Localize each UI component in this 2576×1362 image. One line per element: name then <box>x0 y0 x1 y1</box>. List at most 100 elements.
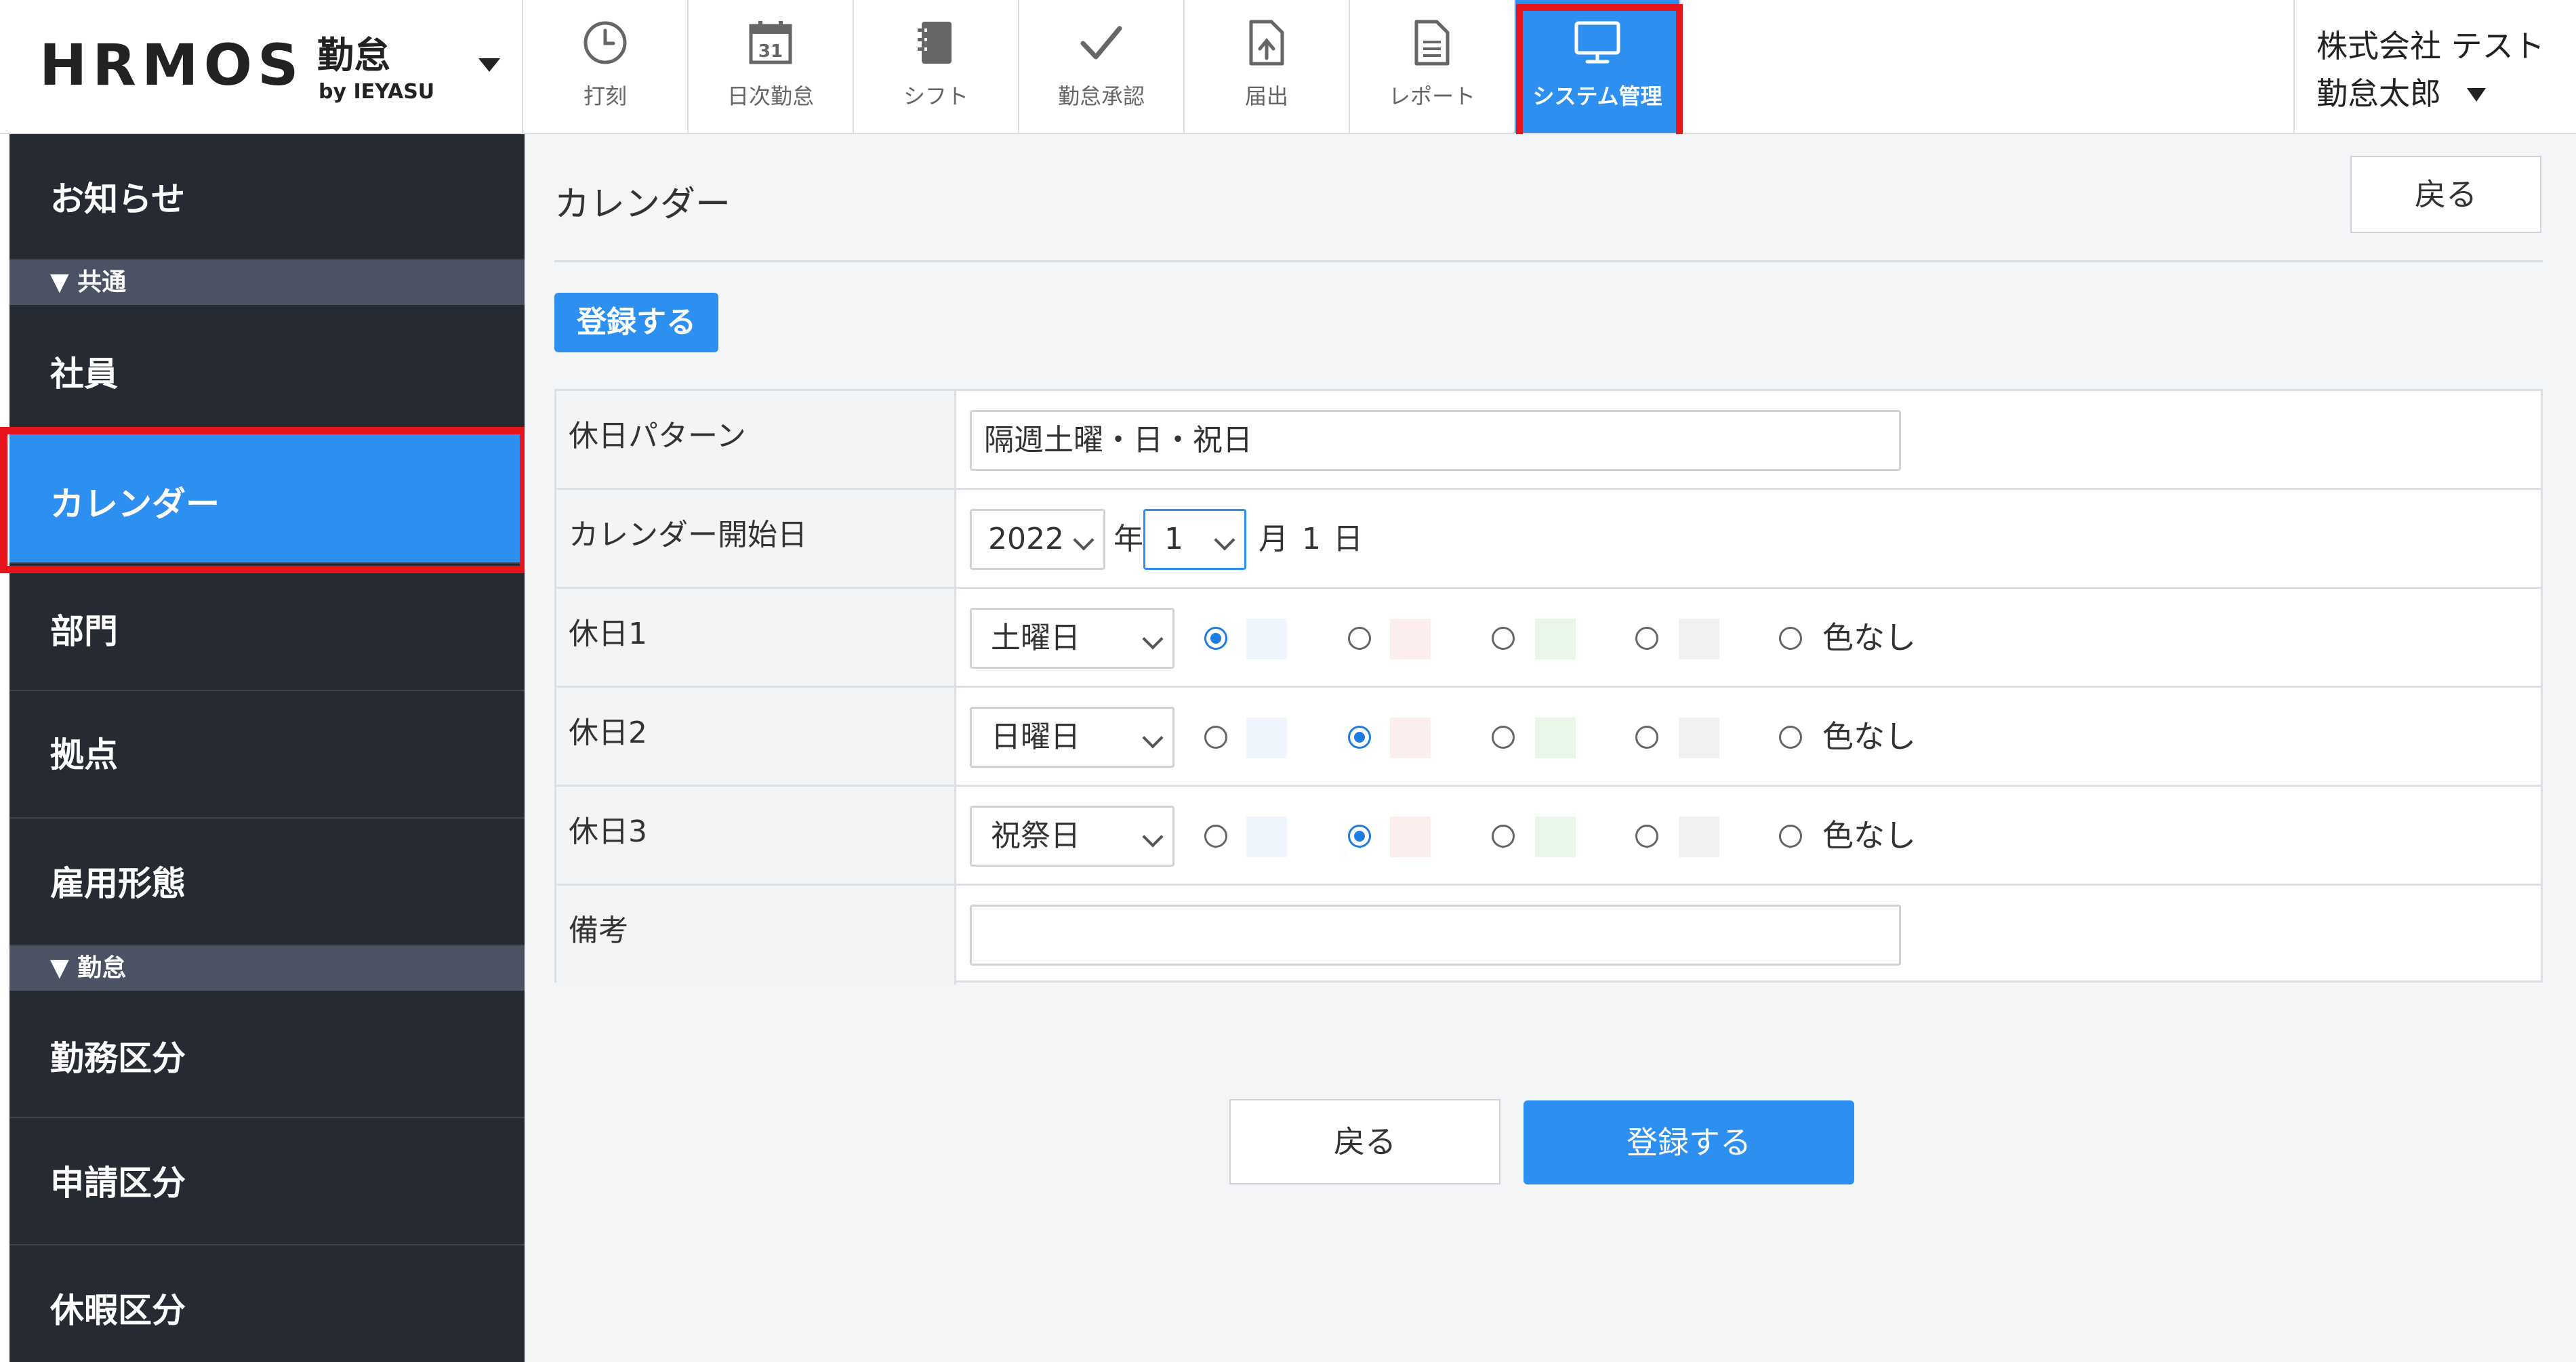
nav-daily-attendance[interactable]: 31 日次勤怠 <box>689 0 854 133</box>
sidebar-item-departments[interactable]: 部門 <box>9 564 525 691</box>
day-unit: 日 <box>1333 522 1363 556</box>
back-button-top[interactable]: 戻る <box>2350 156 2541 233</box>
color-swatch-gray <box>1679 718 1719 758</box>
sidebar-item-label: 部門 <box>50 612 118 651</box>
holiday-3-day-select[interactable]: 祝祭日 <box>970 806 1174 867</box>
chevron-down-icon <box>1142 727 1164 749</box>
holiday-3-color-radio-3[interactable] <box>1492 825 1515 848</box>
no-color-label: 色なし <box>1822 817 1916 854</box>
user-menu[interactable]: 株式会社 テスト 勤怠太郎 <box>2293 0 2576 133</box>
main-content: カレンダー 戻る 登録する 休日パターン 隔週土曜・日・祝日 カレンダー開始日 … <box>525 134 2576 1362</box>
sidebar-item-request-categories[interactable]: 申請区分 <box>9 1118 525 1245</box>
nav-report[interactable]: レポート <box>1350 0 1515 133</box>
sidebar-item-label: 雇用形態 <box>50 864 186 903</box>
holiday-3-color-radio-none[interactable] <box>1779 825 1802 848</box>
row-label-cell: 休日3 <box>556 787 956 884</box>
holiday-3-color-radio-1[interactable] <box>1204 825 1227 848</box>
remarks-input[interactable] <box>970 905 1901 966</box>
sidebar-section-label: ▼ 共通 <box>50 268 127 296</box>
page-title: カレンダー <box>554 184 731 225</box>
register-button-bottom[interactable]: 登録する <box>1524 1100 1854 1184</box>
form-row-start-date: カレンダー開始日 2022 年 1 月 1 日 <box>556 490 2541 589</box>
holiday-1-color-radio-3[interactable] <box>1492 627 1515 650</box>
holiday-3-color-radio-2[interactable] <box>1348 825 1371 848</box>
holiday-2-color-radio-3[interactable] <box>1492 726 1515 749</box>
color-swatch-green <box>1535 619 1576 659</box>
sidebar-item-announcements[interactable]: お知らせ <box>9 134 525 260</box>
logo-area[interactable]: HRMOS 勤怠 by IEYASU <box>0 0 523 133</box>
holiday-2-color-radio-1[interactable] <box>1204 726 1227 749</box>
clock-icon <box>584 21 627 64</box>
row-label-cell: カレンダー開始日 <box>556 490 956 587</box>
holiday-pattern-input[interactable]: 隔週土曜・日・祝日 <box>970 410 1901 471</box>
holiday-1-day-select[interactable]: 土曜日 <box>970 608 1174 669</box>
no-color-label: 色なし <box>1822 619 1916 656</box>
chevron-down-icon <box>1142 628 1164 650</box>
nav-attendance-approval[interactable]: 勤怠承認 <box>1019 0 1185 133</box>
nav-punch[interactable]: 打刻 <box>523 0 689 133</box>
checkmark-icon <box>1080 26 1122 60</box>
holiday-2-color-radio-4[interactable] <box>1635 726 1658 749</box>
field-label: 休日2 <box>569 716 647 750</box>
notebook-icon <box>918 22 952 64</box>
chevron-down-icon <box>1142 826 1164 848</box>
field-label: 休日パターン <box>569 419 746 453</box>
row-label-cell: 備考 <box>556 886 956 985</box>
logo-subtitle: by IEYASU <box>319 80 435 104</box>
sidebar-item-employment-types[interactable]: 雇用形態 <box>9 819 525 946</box>
color-swatch-gray <box>1679 619 1719 659</box>
color-swatch-blue <box>1246 718 1287 758</box>
select-value: 土曜日 <box>991 621 1080 655</box>
user-name[interactable]: 勤怠太郎 <box>2316 75 2441 112</box>
color-swatch-gray <box>1679 817 1719 857</box>
color-swatch-blue <box>1246 619 1287 659</box>
file-upload-icon <box>1249 20 1284 66</box>
form-row-holiday-1: 休日1 土曜日 色なし <box>556 589 2541 688</box>
chevron-down-icon <box>1073 529 1095 551</box>
nav-label: 打刻 <box>583 83 627 109</box>
row-label-cell: 休日パターン <box>556 391 956 488</box>
form-row-holiday-pattern: 休日パターン 隔週土曜・日・祝日 <box>556 391 2541 490</box>
no-color-label: 色なし <box>1822 718 1916 755</box>
row-label-cell: 休日2 <box>556 688 956 785</box>
year-unit: 年 <box>1113 522 1143 556</box>
sidebar-item-leave-categories[interactable]: 休暇区分 <box>9 1245 525 1362</box>
back-button-bottom[interactable]: 戻る <box>1229 1099 1500 1184</box>
year-value: 2022 <box>988 522 1064 556</box>
user-menu-caret-icon[interactable] <box>2467 88 2486 102</box>
day-value: 1 <box>1302 522 1321 556</box>
holiday-1-color-radio-1[interactable] <box>1204 627 1227 650</box>
field-label: 備考 <box>569 913 628 948</box>
month-unit: 月 <box>1259 522 1288 556</box>
logo-wordmark: HRMOS <box>39 32 304 98</box>
select-value: 祝祭日 <box>991 819 1080 853</box>
form-row-remarks: 備考 <box>556 886 2541 985</box>
holiday-1-color-radio-2[interactable] <box>1348 627 1371 650</box>
sidebar-item-label: 拠点 <box>50 735 118 775</box>
holiday-1-color-radio-4[interactable] <box>1635 627 1658 650</box>
color-swatch-red <box>1390 718 1431 758</box>
sidebar-item-locations[interactable]: 拠点 <box>9 691 525 819</box>
nav-shift[interactable]: シフト <box>854 0 1019 133</box>
logo-kanji: 勤怠 <box>317 34 390 77</box>
sidebar-item-work-categories[interactable]: 勤務区分 <box>9 991 525 1118</box>
holiday-2-color-radio-none[interactable] <box>1779 726 1802 749</box>
form-row-holiday-2: 休日2 日曜日 色なし <box>556 688 2541 787</box>
holiday-2-color-radio-2[interactable] <box>1348 726 1371 749</box>
year-select[interactable]: 2022 <box>970 509 1105 570</box>
holiday-1-color-radio-none[interactable] <box>1779 627 1802 650</box>
calendar-form: 休日パターン 隔週土曜・日・祝日 カレンダー開始日 2022 年 1 月 1 日… <box>554 389 2543 985</box>
sidebar-item-employees[interactable]: 社員 <box>9 305 525 431</box>
sidebar-section-label: ▼ 勤怠 <box>50 954 127 982</box>
register-button-top[interactable]: 登録する <box>554 293 718 352</box>
nav-label: シフト <box>903 83 968 109</box>
holiday-3-color-radio-4[interactable] <box>1635 825 1658 848</box>
nav-notifications-filing[interactable]: 届出 <box>1185 0 1350 133</box>
divider <box>554 260 2543 262</box>
color-swatch-blue <box>1246 817 1287 857</box>
nav-highlight-frame <box>1516 4 1683 142</box>
field-label: カレンダー開始日 <box>569 518 807 552</box>
holiday-2-day-select[interactable]: 日曜日 <box>970 707 1174 768</box>
product-switch-caret-icon[interactable] <box>478 58 500 72</box>
month-select[interactable]: 1 <box>1143 509 1246 570</box>
